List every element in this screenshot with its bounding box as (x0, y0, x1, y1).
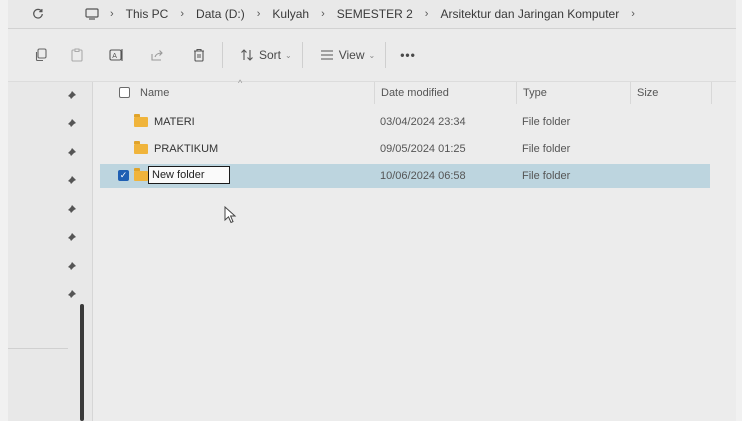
refresh-icon[interactable] (28, 4, 48, 24)
view-icon (319, 42, 335, 68)
file-explorer-window: › This PC › Data (D:) › Kulyah › SEMESTE… (8, 0, 736, 421)
column-header-name[interactable]: Name (134, 82, 169, 104)
copy-icon (28, 42, 54, 68)
column-header-date-modified[interactable]: Date modified (374, 82, 449, 104)
file-list: ^ Name Date modified Type Size MATERI 03… (100, 78, 736, 421)
rename-icon: A (104, 42, 130, 68)
folder-icon (134, 114, 148, 127)
breadcrumb-separator[interactable]: › (172, 8, 192, 20)
copy-button[interactable] (28, 39, 54, 71)
paste-button[interactable] (64, 39, 90, 71)
sort-button[interactable]: Sort ⌄ (239, 39, 292, 71)
mouse-cursor-icon (224, 206, 237, 224)
sort-icon (239, 42, 255, 68)
share-button[interactable] (144, 39, 170, 71)
share-icon (144, 42, 170, 68)
breadcrumb-separator[interactable]: › (102, 8, 122, 20)
breadcrumb-kulyah[interactable]: Kulyah (268, 7, 313, 21)
more-icon: ••• (400, 48, 416, 62)
pin-icon[interactable] (66, 91, 76, 101)
file-type: File folder (522, 143, 571, 155)
breadcrumb-separator[interactable]: › (313, 8, 333, 20)
pin-icon[interactable] (66, 148, 76, 158)
column-header-type[interactable]: Type (516, 82, 547, 104)
pin-icon[interactable] (66, 176, 76, 186)
delete-button[interactable] (186, 39, 212, 71)
nav-scrollbar[interactable] (80, 304, 84, 421)
pin-icon[interactable] (66, 233, 76, 243)
breadcrumb-this-pc[interactable]: This PC (122, 7, 173, 21)
monitor-icon[interactable] (82, 4, 102, 24)
paste-icon (64, 42, 90, 68)
file-row-selected[interactable]: New folder 10/06/2024 06:58 File folder (100, 164, 710, 188)
file-row[interactable]: PRAKTIKUM 09/05/2024 01:25 File folder (100, 137, 710, 161)
navigation-pane (8, 82, 93, 421)
rename-button[interactable]: A (104, 39, 130, 71)
pin-icon[interactable] (66, 119, 76, 129)
breadcrumb-separator[interactable]: › (623, 8, 643, 20)
address-bar[interactable]: › This PC › Data (D:) › Kulyah › SEMESTE… (8, 0, 736, 29)
breadcrumb-current-folder[interactable]: Arsitektur dan Jaringan Komputer (436, 7, 623, 21)
chevron-down-icon: ⌄ (285, 50, 292, 60)
toolbar-divider (301, 42, 303, 68)
breadcrumb-data-drive[interactable]: Data (D:) (192, 7, 249, 21)
more-options-button[interactable]: ••• (400, 39, 416, 71)
toolbar-divider (385, 42, 387, 68)
folder-icon (134, 141, 148, 154)
chevron-down-icon: ⌄ (368, 50, 376, 60)
trash-icon (186, 42, 212, 68)
file-row[interactable]: MATERI 03/04/2024 23:34 File folder (100, 110, 710, 134)
column-header-size[interactable]: Size (630, 82, 712, 104)
file-type: File folder (522, 170, 571, 182)
file-date-modified: 09/05/2024 01:25 (380, 143, 466, 155)
file-date-modified: 10/06/2024 06:58 (380, 170, 466, 182)
svg-text:A: A (112, 53, 117, 60)
file-name: MATERI (154, 116, 195, 128)
select-all-checkbox[interactable] (119, 87, 130, 98)
column-header-row: ^ Name Date modified Type Size (100, 78, 712, 104)
file-name: PRAKTIKUM (154, 143, 219, 155)
pin-icon[interactable] (66, 290, 76, 300)
file-type: File folder (522, 116, 571, 128)
breadcrumb-semester-2[interactable]: SEMESTER 2 (333, 7, 417, 21)
pin-icon[interactable] (66, 262, 76, 272)
view-label: View (338, 48, 365, 62)
nav-divider (8, 348, 68, 349)
pin-icon[interactable] (66, 205, 76, 215)
command-bar: A Sort ⌄ View ⌄ ••• (8, 29, 736, 82)
sort-caret-icon: ^ (238, 78, 243, 88)
file-date-modified: 03/04/2024 23:34 (380, 116, 466, 128)
folder-icon (134, 168, 148, 181)
row-checkbox[interactable] (118, 170, 129, 181)
breadcrumb-separator[interactable]: › (249, 8, 269, 20)
view-button[interactable]: View ⌄ (319, 39, 376, 71)
toolbar-divider (222, 42, 223, 68)
breadcrumb-separator[interactable]: › (417, 8, 437, 20)
rename-input[interactable]: New folder (148, 166, 230, 184)
sort-label: Sort (259, 48, 282, 62)
